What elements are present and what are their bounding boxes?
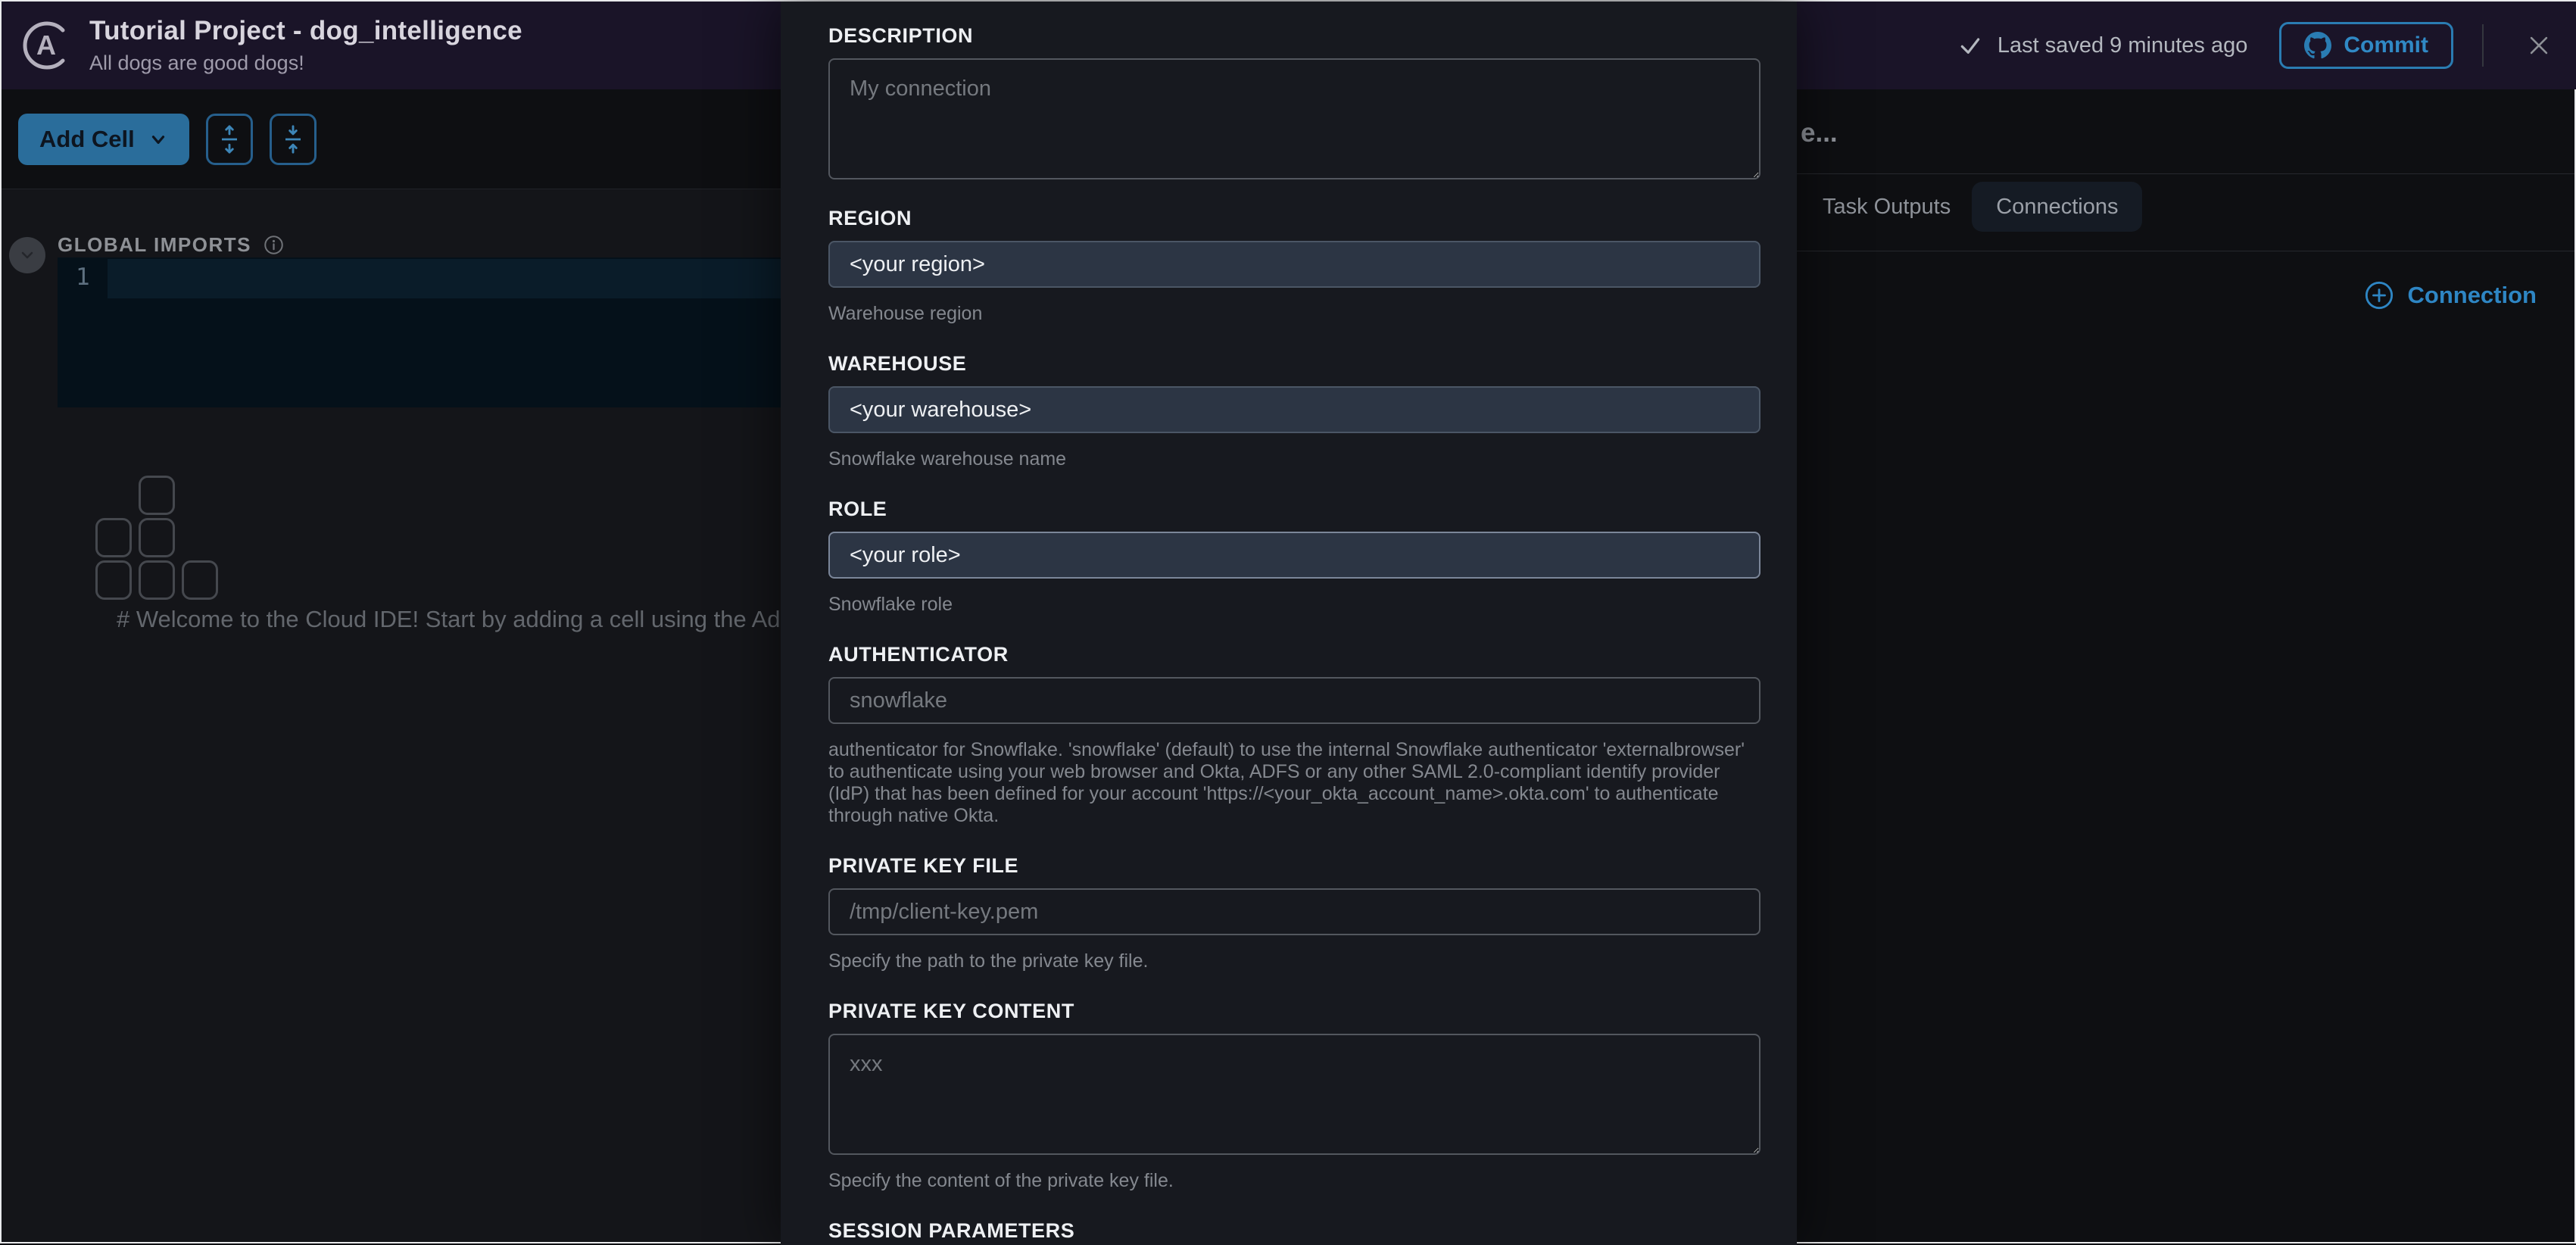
- tab-task-outputs[interactable]: Task Outputs: [1812, 182, 1961, 232]
- warehouse-input[interactable]: [828, 386, 1760, 433]
- region-helper: Warehouse region: [828, 303, 1760, 325]
- role-helper: Snowflake role: [828, 594, 1760, 616]
- welcome-message: # Welcome to the Cloud IDE! Start by add…: [117, 606, 783, 633]
- private-key-content-helper: Specify the content of the private key f…: [828, 1170, 1760, 1192]
- editor-line-number: 1: [76, 264, 90, 291]
- description-label: DESCRIPTION: [828, 24, 1760, 48]
- warehouse-label: WAREHOUSE: [828, 352, 1760, 376]
- app-logo-icon: A: [21, 20, 71, 70]
- warehouse-helper: Snowflake warehouse name: [828, 448, 1760, 470]
- collapse-all-cells-button[interactable]: [270, 114, 317, 165]
- header-right: Last saved 9 minutes ago Commit: [1958, 2, 2565, 89]
- add-connection-button[interactable]: Connection: [2364, 280, 2537, 310]
- close-button[interactable]: [2512, 19, 2565, 72]
- panel-divider: [1797, 173, 2574, 174]
- private-key-file-input[interactable]: [828, 888, 1760, 935]
- role-label: ROLE: [828, 498, 1760, 521]
- page-title: Tutorial Project - dog_intelligence: [89, 16, 522, 46]
- authenticator-helper: authenticator for Snowflake. 'snowflake'…: [828, 739, 1760, 827]
- check-icon: [1958, 33, 1982, 58]
- commit-button[interactable]: Commit: [2279, 22, 2453, 69]
- description-textarea[interactable]: [828, 58, 1760, 179]
- chevron-down-icon: [148, 129, 168, 149]
- connection-settings-drawer: DESCRIPTION REGION Warehouse region WARE…: [781, 2, 1797, 1245]
- expand-all-cells-button[interactable]: [206, 114, 253, 165]
- panel-tabs: Task Outputs Connections: [1812, 182, 2142, 232]
- app-window: { "header": { "logo_letter": "A", "title…: [0, 0, 2576, 1243]
- header-divider: [2482, 24, 2484, 67]
- outputs-panel: e... Task Outputs Connections Connection: [1797, 89, 2574, 1242]
- close-icon: [2526, 33, 2552, 58]
- empty-cells-grid-icon: [95, 476, 218, 600]
- global-imports-label: GLOBAL IMPORTS: [58, 233, 251, 257]
- add-connection-label: Connection: [2408, 282, 2537, 309]
- private-key-file-label: PRIVATE KEY FILE: [828, 854, 1760, 878]
- collapse-section-button[interactable]: [9, 237, 45, 273]
- truncated-heading: e...: [1801, 118, 1838, 148]
- chevron-down-icon: [18, 246, 36, 264]
- svg-text:A: A: [36, 30, 56, 61]
- private-key-file-helper: Specify the path to the private key file…: [828, 950, 1760, 972]
- fold-vertical-icon: [279, 124, 307, 154]
- region-label: REGION: [828, 207, 1760, 230]
- unfold-vertical-icon: [216, 124, 243, 154]
- add-cell-label: Add Cell: [39, 126, 135, 153]
- commit-label: Commit: [2344, 33, 2428, 58]
- info-icon[interactable]: [264, 235, 284, 255]
- private-key-content-label: PRIVATE KEY CONTENT: [828, 1000, 1760, 1023]
- region-input[interactable]: [828, 241, 1760, 288]
- save-status: Last saved 9 minutes ago: [1958, 33, 2247, 58]
- global-imports-header: GLOBAL IMPORTS: [58, 233, 284, 257]
- session-parameters-label: SESSION PARAMETERS: [828, 1219, 1760, 1243]
- role-input[interactable]: [828, 532, 1760, 579]
- add-cell-button[interactable]: Add Cell: [18, 114, 189, 165]
- tab-connections[interactable]: Connections: [1972, 182, 2142, 232]
- save-status-text: Last saved 9 minutes ago: [1997, 33, 2247, 58]
- page-subtitle: All dogs are good dogs!: [89, 51, 522, 75]
- private-key-content-textarea[interactable]: [828, 1034, 1760, 1155]
- header-titles: Tutorial Project - dog_intelligence All …: [89, 16, 522, 75]
- github-icon: [2304, 32, 2331, 59]
- plus-circle-icon: [2364, 280, 2394, 310]
- authenticator-input[interactable]: [828, 677, 1760, 724]
- authenticator-label: AUTHENTICATOR: [828, 643, 1760, 666]
